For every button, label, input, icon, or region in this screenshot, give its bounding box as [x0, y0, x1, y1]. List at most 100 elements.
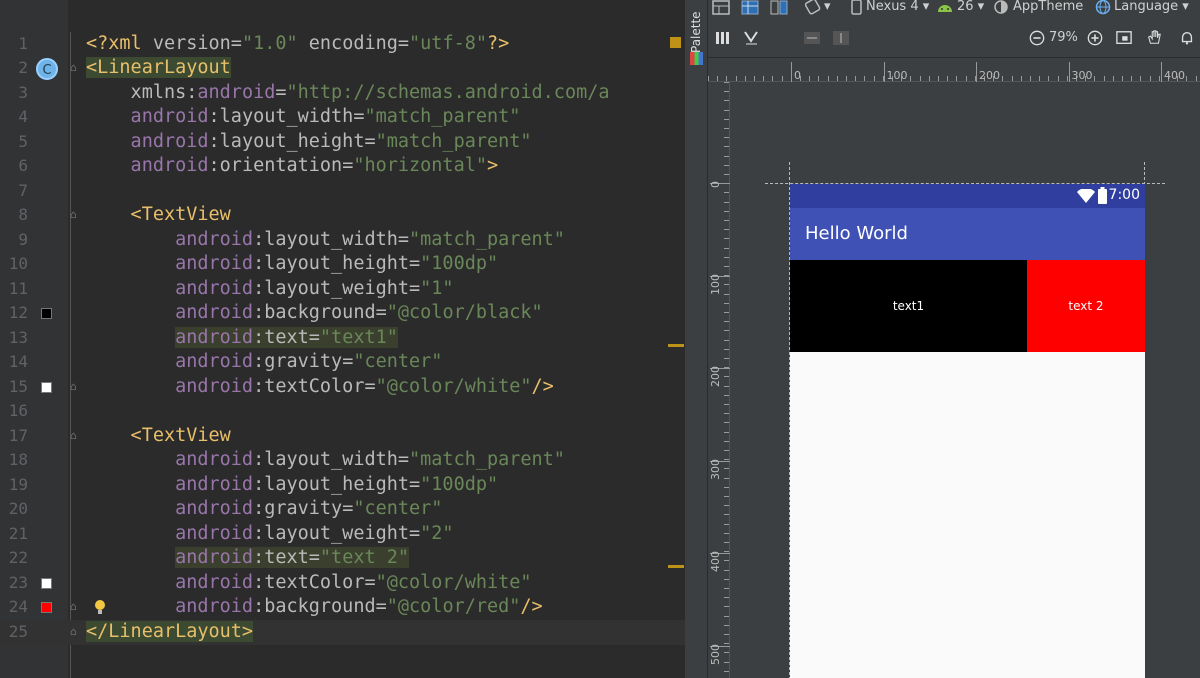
ruler-tick: [724, 588, 729, 589]
theme-button[interactable]: AppTheme: [1013, 0, 1083, 18]
theme-icon[interactable]: [993, 0, 1011, 16]
design-canvas[interactable]: 7:00 Hello World text1 text 2: [730, 82, 1200, 678]
ruler-tick: [724, 201, 729, 203]
ruler-tick: [724, 670, 729, 672]
zoom-in-icon[interactable]: [1086, 30, 1104, 46]
fold-marker-icon[interactable]: ⌂: [70, 601, 82, 613]
orientation-dropdown-arrow[interactable]: ▾: [824, 0, 831, 18]
code-line[interactable]: <TextView: [86, 424, 231, 449]
zoom-to-fit-icon[interactable]: [1115, 30, 1133, 46]
error-stripe-marker-top[interactable]: [670, 37, 681, 48]
line-number: 7: [18, 180, 28, 200]
ruler-tick: [910, 76, 912, 81]
zoom-out-icon[interactable]: [1028, 30, 1046, 46]
wifi-icon: [1077, 189, 1095, 203]
fold-marker-icon[interactable]: ⌂: [70, 380, 82, 393]
fold-marker-icon[interactable]: ⌂: [70, 62, 82, 74]
ruler-tick: [724, 146, 729, 148]
code-line[interactable]: android:textColor="@color/white"/>: [86, 375, 554, 400]
code-line[interactable]: android:layout_width="match_parent": [86, 105, 521, 130]
code-line[interactable]: </LinearLayout>: [86, 620, 254, 645]
blueprint-view-icon[interactable]: [741, 0, 759, 16]
palette-label[interactable]: Palette: [689, 5, 703, 53]
ruler-tick: [708, 76, 709, 81]
textview-text1-label: text1: [892, 299, 925, 313]
device-phone-icon[interactable]: [848, 0, 866, 16]
ruler-tick: [724, 634, 729, 635]
ruler-tick: [724, 652, 729, 654]
device-preview[interactable]: 7:00 Hello World text1 text 2: [790, 184, 1145, 678]
code-line[interactable]: android:layout_width="match_parent": [86, 228, 565, 253]
app-title: Hello World: [805, 223, 908, 244]
code-line[interactable]: android:layout_width="match_parent": [86, 448, 565, 473]
fold-marker-icon[interactable]: ⌂: [70, 209, 82, 221]
code-token: <TextView: [86, 204, 231, 225]
android-api-icon[interactable]: [936, 0, 954, 16]
globe-icon[interactable]: [1095, 0, 1113, 16]
code-line[interactable]: android:orientation="horizontal">: [86, 154, 499, 179]
expand-vertical-icon[interactable]: [832, 30, 850, 46]
code-line[interactable]: android:layout_height="100dp": [86, 252, 498, 277]
line-number: 4: [18, 107, 28, 126]
ruler-tick: [724, 174, 729, 175]
textview-text2[interactable]: text 2: [1027, 260, 1145, 352]
code-line[interactable]: <TextView: [86, 203, 231, 228]
pan-hand-icon[interactable]: [1145, 29, 1163, 45]
code-line[interactable]: android:layout_weight="2": [86, 522, 453, 547]
line-number: 10: [8, 254, 28, 273]
color-swatch-icon[interactable]: [41, 602, 52, 613]
color-swatch-icon[interactable]: [41, 308, 52, 319]
app-bar[interactable]: Hello World: [790, 208, 1145, 260]
fold-marker-icon[interactable]: ⌂: [70, 625, 82, 638]
error-stripe-marker[interactable]: [668, 565, 684, 568]
ruler-tick: [724, 164, 729, 166]
code-token: xmlns: [86, 81, 187, 103]
code-line[interactable]: android:layout_weight="1": [86, 277, 453, 302]
ruler-tick: [724, 661, 729, 663]
palette-icon[interactable]: [690, 52, 703, 65]
design-view-icon[interactable]: [712, 0, 730, 16]
code-line[interactable]: xmlns:android="http://schemas.android.co…: [86, 81, 610, 106]
ruler-tick: [724, 284, 729, 286]
code-line[interactable]: android:text="text 2": [86, 546, 410, 571]
code-line[interactable]: <LinearLayout: [86, 56, 231, 81]
ruler-tick: [724, 542, 729, 543]
code-line[interactable]: android:gravity="center": [86, 350, 442, 375]
code-editor[interactable]: C 1 <?xml version="1.0" encoding="utf-8"?…: [0, 0, 685, 678]
api-level-dropdown[interactable]: 26 ▾: [957, 0, 984, 18]
ruler-tick: [724, 385, 729, 387]
code-line[interactable]: android:gravity="center": [86, 497, 442, 522]
code-line[interactable]: <?xml version="1.0" encoding="utf-8"?>: [86, 32, 509, 57]
magnet-autoconnect-icon[interactable]: [743, 30, 761, 46]
fold-marker-icon[interactable]: ⌂: [70, 429, 82, 442]
error-stripe-marker[interactable]: [668, 344, 684, 347]
language-dropdown[interactable]: Language ▾: [1114, 0, 1189, 18]
ruler-tick: [1195, 76, 1197, 81]
color-swatch-icon[interactable]: [41, 381, 52, 393]
code-line[interactable]: android:text="text1": [86, 326, 398, 351]
code-line[interactable]: android:layout_height="match_parent": [86, 130, 532, 155]
orientation-icon[interactable]: [805, 0, 823, 16]
code-line[interactable]: android:background="@color/black": [86, 301, 543, 326]
expand-horizontal-icon[interactable]: [803, 30, 821, 46]
layout-columns-icon[interactable]: [715, 30, 733, 46]
code-token: "@color/white": [375, 375, 532, 397]
ruler-tick: [717, 76, 719, 81]
ruler-tick: [724, 109, 729, 111]
palette-tool-strip[interactable]: Palette: [685, 0, 708, 678]
code-token: android: [86, 253, 254, 274]
code-token: =: [397, 228, 410, 250]
code-line[interactable]: android:background="@color/red"/>: [86, 595, 543, 620]
code-token: :layout_width: [253, 449, 398, 470]
device-dropdown[interactable]: Nexus 4 ▾: [866, 0, 929, 18]
color-swatch-icon[interactable]: [41, 577, 52, 589]
ruler-tick: [724, 440, 729, 442]
textview-text1[interactable]: text1: [790, 260, 1027, 352]
warnings-bell-icon[interactable]: [1178, 30, 1196, 46]
code-line[interactable]: android:layout_height="100dp": [86, 473, 498, 498]
battery-icon: [1098, 187, 1107, 204]
code-line[interactable]: android:textColor="@color/white": [86, 571, 531, 596]
class-gutter-icon[interactable]: C: [36, 58, 58, 80]
layout-designer[interactable]: Palette ▾ Nexus 4 ▾ 26 ▾ AppTheme Langua…: [685, 0, 1200, 678]
design-blueprint-view-icon[interactable]: [770, 0, 788, 16]
